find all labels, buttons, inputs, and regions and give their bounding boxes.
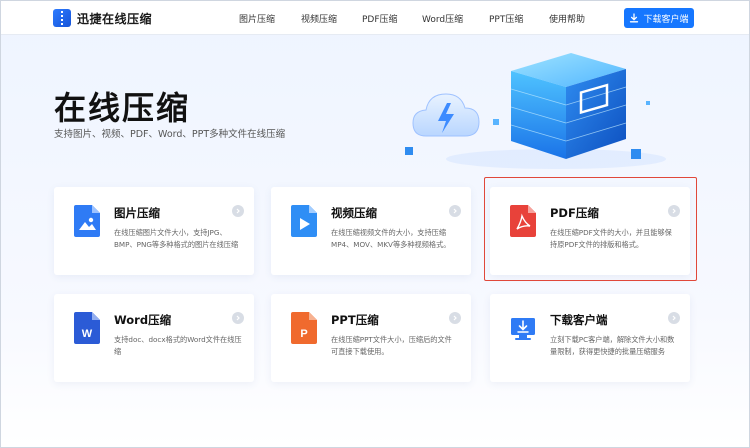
svg-text:P: P xyxy=(300,328,307,340)
nav-ppt-compress[interactable]: PPT压缩 xyxy=(489,12,523,25)
download-button-label: 下载客户端 xyxy=(643,14,689,25)
card-title: 下载客户端 xyxy=(550,313,608,327)
nav-help[interactable]: 使用帮助 xyxy=(549,12,585,25)
chevron-right-icon[interactable] xyxy=(449,205,461,217)
video-file-icon xyxy=(291,205,317,237)
word-file-icon: W xyxy=(74,312,100,344)
logo-text: 迅捷在线压缩 xyxy=(77,11,153,26)
card-ppt-compress[interactable]: P PPT压缩 在线压缩PPT文件大小，压缩后的文件可直接下载使用。 xyxy=(271,294,471,382)
hero-title: 在线压缩 xyxy=(54,89,191,127)
zip-logo-icon xyxy=(53,9,71,27)
nav-video-compress[interactable]: 视频压缩 xyxy=(301,12,337,25)
download-monitor-icon xyxy=(511,318,535,340)
nav-image-compress[interactable]: 图片压缩 xyxy=(239,12,275,25)
chevron-right-icon[interactable] xyxy=(232,312,244,324)
card-title: Word压缩 xyxy=(114,313,172,327)
card-description: 支持doc、docx格式的Word文件在线压缩 xyxy=(114,335,242,356)
svg-text:W: W xyxy=(82,328,93,340)
card-description: 立刻下载PC客户端，解除文件大小和数量限制，获得更快捷的批量压缩服务 xyxy=(550,335,675,356)
image-file-icon xyxy=(74,205,100,237)
download-client-button[interactable]: 下载客户端 xyxy=(624,8,694,28)
card-title: 视频压缩 xyxy=(331,206,377,220)
chevron-right-icon[interactable] xyxy=(232,205,244,217)
card-description: 在线压缩图片文件大小，支持JPG、BMP、PNG等多种格式的图片在线压缩 xyxy=(114,228,239,249)
chevron-right-icon[interactable] xyxy=(668,312,680,324)
card-title: 图片压缩 xyxy=(114,206,160,220)
card-video-compress[interactable]: 视频压缩 在线压缩视频文件的大小，支持压缩MP4、MOV、MKV等多种视频格式。 xyxy=(271,187,471,275)
nav-word-compress[interactable]: Word压缩 xyxy=(422,12,463,25)
ppt-file-icon: P xyxy=(291,312,317,344)
card-description: 在线压缩视频文件的大小，支持压缩MP4、MOV、MKV等多种视频格式。 xyxy=(331,228,451,249)
card-image-compress[interactable]: 图片压缩 在线压缩图片文件大小，支持JPG、BMP、PNG等多种格式的图片在线压… xyxy=(54,187,254,275)
card-title: PPT压缩 xyxy=(331,313,379,327)
nav-pdf-compress[interactable]: PDF压缩 xyxy=(362,12,398,25)
card-description: 在线压缩PPT文件大小，压缩后的文件可直接下载使用。 xyxy=(331,335,452,356)
top-header: 迅捷在线压缩 图片压缩 视频压缩 PDF压缩 Word压缩 PPT压缩 使用帮助… xyxy=(1,1,749,35)
compression-box-illustration xyxy=(405,53,666,169)
card-word-compress[interactable]: W Word压缩 支持doc、docx格式的Word文件在线压缩 xyxy=(54,294,254,382)
hero-subtitle: 支持图片、视频、PDF、Word、PPT多种文件在线压缩 xyxy=(54,129,286,140)
site-logo[interactable]: 迅捷在线压缩 xyxy=(53,8,152,28)
download-icon xyxy=(630,13,639,23)
pdf-card-highlight-box xyxy=(484,177,697,281)
chevron-right-icon[interactable] xyxy=(449,312,461,324)
card-download-client[interactable]: 下载客户端 立刻下载PC客户端，解除文件大小和数量限制，获得更快捷的批量压缩服务 xyxy=(490,294,690,382)
page-frame: 迅捷在线压缩 图片压缩 视频压缩 PDF压缩 Word压缩 PPT压缩 使用帮助… xyxy=(0,0,750,448)
